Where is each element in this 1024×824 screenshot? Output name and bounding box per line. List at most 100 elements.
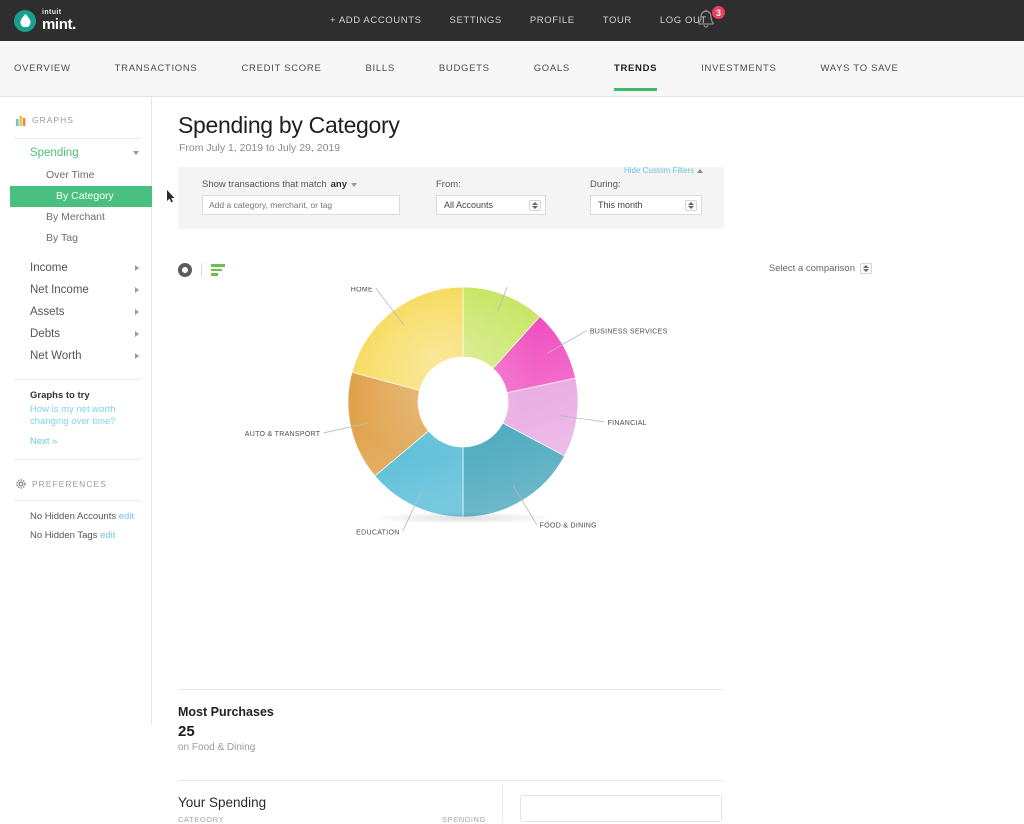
donut-svg: OTHERBUSINESS SERVICESFINANCIALFOOD & DI… xyxy=(245,266,668,537)
column-header-category: CATEGORY xyxy=(178,815,225,824)
logo-wordmark: intuit mint. xyxy=(42,9,76,32)
spending-donut-chart: OTHERBUSINESS SERVICESFINANCIALFOOD & DI… xyxy=(178,266,724,647)
sidebar-item-income[interactable]: Income xyxy=(0,257,151,279)
pie-slice-label: FINANCIAL xyxy=(608,420,647,427)
main-content: Spending by Category From July 1, 2019 t… xyxy=(152,97,1024,824)
top-nav: + ADD ACCOUNTS SETTINGS PROFILE TOUR LOG… xyxy=(330,0,707,41)
section-divider-2 xyxy=(178,780,724,781)
match-rule: Show transactions that match any xyxy=(202,179,357,190)
preferences-divider xyxy=(14,500,141,501)
match-any-value[interactable]: any xyxy=(331,179,347,190)
bar-chart-icon[interactable] xyxy=(211,264,225,276)
sidebar-net-worth-label: Net Worth xyxy=(30,350,82,362)
graphs-to-try-next-link[interactable]: Next » xyxy=(0,428,151,447)
filter-search-input[interactable] xyxy=(202,195,400,215)
during-period-value: This month xyxy=(598,200,643,210)
preferences-label: PREFERENCES xyxy=(32,479,107,489)
graphs-to-try-question[interactable]: How is my net worth changing over time? xyxy=(0,404,151,428)
pie-slice-label: AUTO & TRANSPORT xyxy=(245,431,321,438)
sidebar-assets-label: Assets xyxy=(30,306,65,318)
chevron-up-icon xyxy=(697,168,704,173)
mint-logo[interactable]: intuit mint. xyxy=(14,9,76,32)
sidebar-item-spending[interactable]: Spending xyxy=(0,139,151,165)
sidebar-net-income-label: Net Income xyxy=(30,284,89,296)
sidebar-divider-bottom xyxy=(14,459,141,460)
top-nav-profile[interactable]: PROFILE xyxy=(530,15,575,26)
pref-hidden-tags-row: No Hidden Tags edit xyxy=(0,526,151,545)
sidebar-graphs-header: GRAPHS xyxy=(0,111,151,129)
tab-overview[interactable]: OVERVIEW xyxy=(14,41,71,97)
chevron-right-icon xyxy=(135,309,139,315)
bar-chart-icon xyxy=(16,115,26,126)
chevron-right-icon xyxy=(135,331,139,337)
page-title: Spending by Category xyxy=(178,112,400,138)
chevron-right-icon xyxy=(135,265,139,271)
pie-slice-label: HOME xyxy=(351,287,373,294)
tab-budgets[interactable]: BUDGETS xyxy=(439,41,490,97)
mouse-cursor xyxy=(167,190,175,203)
tab-trends[interactable]: TRENDS xyxy=(613,41,658,97)
tab-bills[interactable]: BILLS xyxy=(365,41,394,97)
logo-mint-text: mint. xyxy=(42,16,76,33)
top-nav-settings[interactable]: SETTINGS xyxy=(450,15,502,26)
stepper-icon xyxy=(529,199,541,211)
sidebar: GRAPHS Spending Over Time By Category By… xyxy=(0,97,152,725)
notifications-button[interactable]: 3 xyxy=(695,5,726,34)
pie-slice[interactable] xyxy=(351,286,464,391)
sidebar-item-net-worth[interactable]: Net Worth xyxy=(0,345,151,367)
chevron-right-icon xyxy=(135,353,139,359)
gear-icon xyxy=(16,479,26,489)
vertical-divider xyxy=(502,785,503,822)
sidebar-item-by-category[interactable]: By Category xyxy=(10,186,152,207)
during-label: During: xyxy=(590,179,621,190)
tab-investments[interactable]: INVESTMENTS xyxy=(701,41,776,97)
top-nav-tour[interactable]: TOUR xyxy=(603,15,632,26)
sidebar-item-net-income[interactable]: Net Income xyxy=(0,279,151,301)
tab-credit-score[interactable]: CREDIT SCORE xyxy=(241,41,321,97)
notification-badge: 3 xyxy=(711,5,726,20)
from-account-value: All Accounts xyxy=(444,200,494,210)
spending-side-card xyxy=(520,795,722,822)
sidebar-graphs-label: GRAPHS xyxy=(32,115,74,125)
pie-slice-label: EDUCATION xyxy=(356,530,399,537)
pie-slice-label: BUSINESS SERVICES xyxy=(590,329,668,336)
donut-chart-icon[interactable] xyxy=(178,263,192,277)
sidebar-item-by-tag[interactable]: By Tag xyxy=(0,228,151,249)
chevron-down-icon[interactable] xyxy=(351,182,357,187)
comparison-label: Select a comparison xyxy=(768,263,855,274)
preferences-header: PREFERENCES xyxy=(0,476,151,492)
graphs-to-try-title: Graphs to try xyxy=(30,390,90,401)
tab-goals[interactable]: GOALS xyxy=(534,41,570,97)
sidebar-item-by-merchant[interactable]: By Merchant xyxy=(0,207,151,228)
pref-hidden-tags-label: No Hidden Tags xyxy=(30,530,98,541)
top-nav-add-accounts[interactable]: + ADD ACCOUNTS xyxy=(330,15,422,26)
tab-transactions[interactable]: TRANSACTIONS xyxy=(115,41,198,97)
top-bar: intuit mint. + ADD ACCOUNTS SETTINGS PRO… xyxy=(0,0,1024,41)
pref-hidden-accounts-row: No Hidden Accounts edit xyxy=(0,507,151,526)
from-account-select[interactable]: All Accounts xyxy=(436,195,546,215)
hide-custom-filters-link[interactable]: Hide Custom Filters xyxy=(624,166,704,175)
tab-ways-to-save[interactable]: WAYS TO SAVE xyxy=(820,41,898,97)
during-period-select[interactable]: This month xyxy=(590,195,702,215)
chart-view-toggle xyxy=(178,263,225,277)
page-date-range: From July 1, 2019 to July 29, 2019 xyxy=(179,142,341,154)
toolbar-divider xyxy=(201,263,202,277)
most-purchases-count: 25 xyxy=(178,723,195,740)
most-purchases-detail: on Food & Dining xyxy=(178,742,256,753)
chevron-down-icon xyxy=(133,151,139,155)
sidebar-item-debts[interactable]: Debts xyxy=(0,323,151,345)
sidebar-debts-label: Debts xyxy=(30,328,61,340)
pref-hidden-accounts-label: No Hidden Accounts xyxy=(30,511,117,522)
sidebar-item-assets[interactable]: Assets xyxy=(0,301,151,323)
column-header-spending: SPENDING xyxy=(442,815,486,824)
comparison-select[interactable]: Select a comparison xyxy=(769,263,872,274)
sidebar-spending-label: Spending xyxy=(30,147,79,159)
main-nav-tabs: OVERVIEW TRANSACTIONS CREDIT SCORE BILLS… xyxy=(0,41,1024,97)
intuit-droplet-icon xyxy=(14,9,36,32)
most-purchases-title: Most Purchases xyxy=(178,705,274,719)
logo-intuit-text: intuit xyxy=(42,9,62,16)
pref-hidden-accounts-edit-link[interactable]: edit xyxy=(119,511,134,522)
sidebar-item-over-time[interactable]: Over Time xyxy=(0,165,151,186)
pref-hidden-tags-edit-link[interactable]: edit xyxy=(100,530,115,541)
stepper-icon xyxy=(860,263,872,274)
